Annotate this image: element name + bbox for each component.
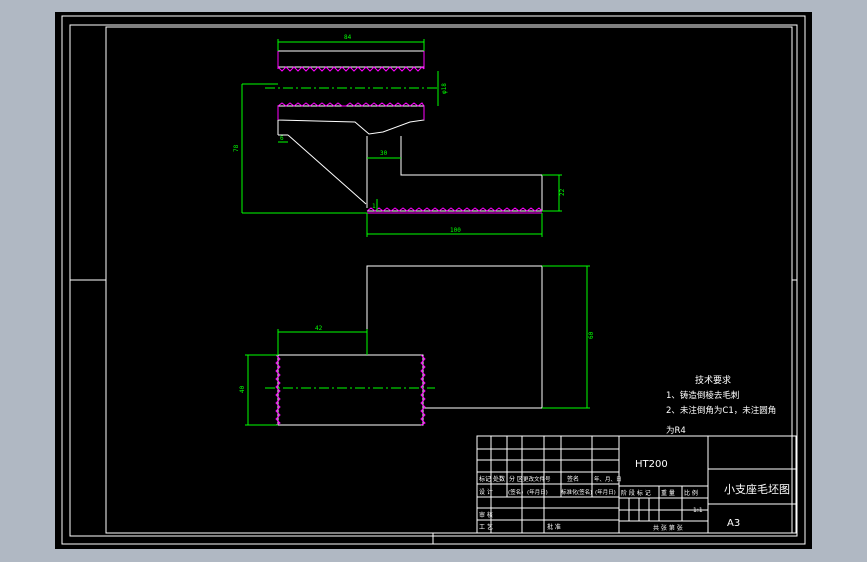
dim-top-width: 84 <box>344 34 352 41</box>
tb-hdr-count: 处数 <box>493 475 505 483</box>
tech-requirements: 技术要求 1、铸造倒棱去毛刺 2、未注倒角为C1，未注圆角 为R4 <box>666 374 776 436</box>
tb-sheet-size: A3 <box>727 518 740 529</box>
dim-front-width: 42 <box>315 325 323 332</box>
dim-small-left: 6 <box>280 135 284 142</box>
tb-scale-label: 比 例 <box>684 489 698 497</box>
tb-hdr-date: 年、月、日 <box>594 475 622 483</box>
step-outline <box>400 136 543 211</box>
tb-sheets: 共 张 第 张 <box>653 524 683 532</box>
tb-scale: 1:1 <box>693 507 703 514</box>
dim-front-right-height: 60 <box>588 331 595 339</box>
section-view: 84 φ18 78 6 30 22 100 1 <box>233 34 566 237</box>
dim-bore: φ18 <box>441 83 448 94</box>
dim-bottom-length: 100 <box>450 227 461 234</box>
tb-std-label: 标准化 <box>561 488 578 496</box>
top-bar-wave <box>277 66 425 72</box>
title-block: HT200 小支座毛坯图 1:1 A3 标记 处数 分 区 更改文件号 签名 年… <box>476 435 797 534</box>
outer-border <box>61 15 806 545</box>
tb-std-date: (年月日) <box>595 488 616 496</box>
tb-design-sign: (签名) <box>508 488 523 496</box>
lower-bar-hatch <box>277 105 425 135</box>
tb-hdr-sign: 签名 <box>567 475 579 483</box>
tb-approve: 批 准 <box>547 523 561 531</box>
tb-hdr-mark: 标记 <box>479 475 491 483</box>
drawing-canvas[interactable]: 84 φ18 78 6 30 22 100 1 42 60 40 技术要求 1、… <box>55 12 812 549</box>
dim-step-width: 30 <box>380 150 388 157</box>
tech-req-line2: 2、未注倒角为C1，未注圆角 <box>666 405 776 416</box>
tech-req-title: 技术要求 <box>695 374 731 386</box>
tb-design-label: 设 计 <box>479 488 493 496</box>
tb-hdr-doc: 更改文件号 <box>523 475 551 483</box>
tb-material: HT200 <box>635 459 668 470</box>
tb-stage-mark: 阶 段 标 记 <box>621 489 651 497</box>
tech-req-line3: 为R4 <box>666 425 686 436</box>
tb-part-name: 小支座毛坯图 <box>724 482 790 496</box>
frame-border <box>105 26 793 534</box>
tb-design-date: (年月日) <box>527 488 548 496</box>
front-cylinder <box>277 354 424 426</box>
tb-hdr-zone: 分 区 <box>509 475 523 483</box>
dim-tiny: 1 <box>372 203 376 210</box>
top-bar-hatch <box>277 50 425 68</box>
dim-height: 78 <box>233 144 240 152</box>
dim-right-height: 22 <box>559 188 566 196</box>
front-outline <box>366 265 543 409</box>
front-view: 42 60 40 <box>239 265 595 426</box>
web-diagonal <box>287 134 367 205</box>
tb-review: 审 核 <box>479 511 493 519</box>
inner-border <box>69 24 798 537</box>
tb-std-sign: (签名) <box>577 488 592 496</box>
tb-weight: 重 量 <box>661 489 675 497</box>
cad-viewport[interactable]: 84 φ18 78 6 30 22 100 1 42 60 40 技术要求 1、… <box>55 12 812 549</box>
dim-front-left-height: 40 <box>239 385 246 393</box>
tb-process: 工 艺 <box>479 523 493 531</box>
tech-req-line1: 1、铸造倒棱去毛刺 <box>666 390 739 401</box>
